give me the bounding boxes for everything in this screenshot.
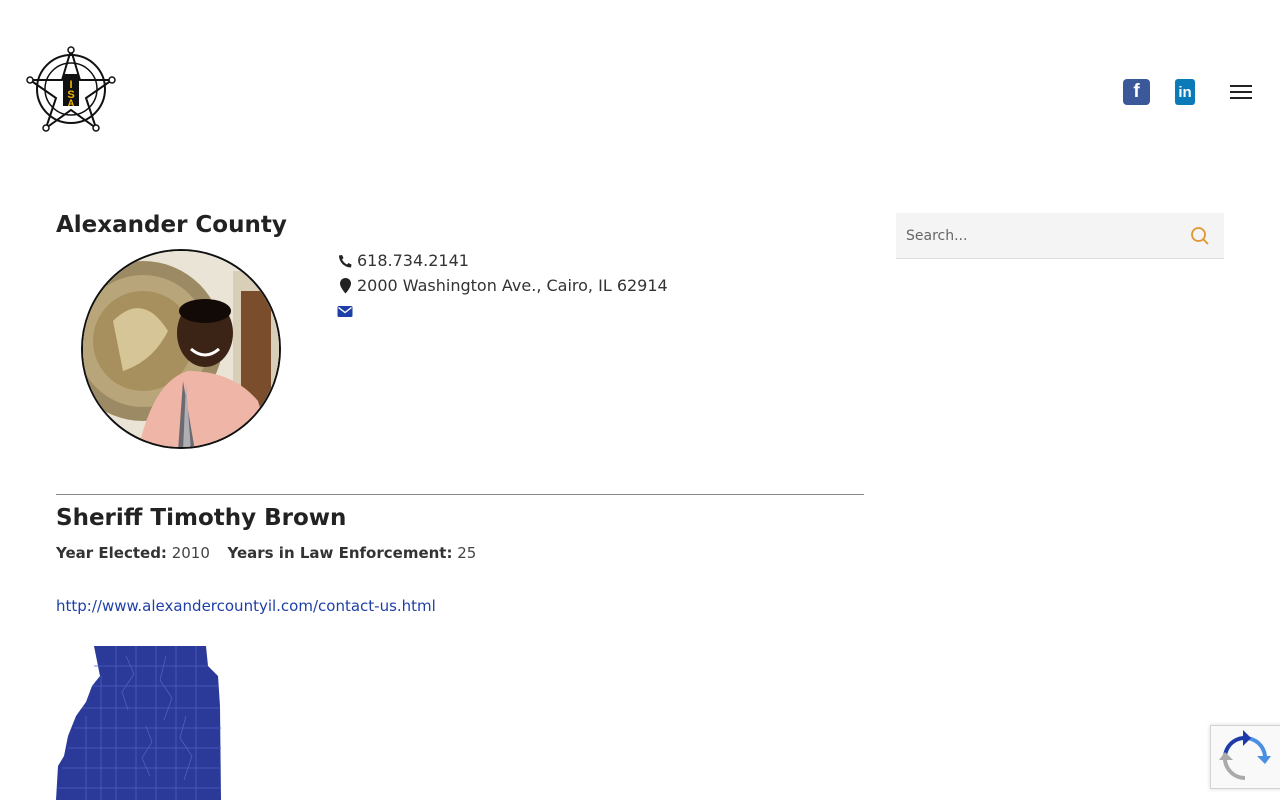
linkedin-link[interactable]: in <box>1175 79 1195 105</box>
hamburger-menu-icon[interactable] <box>1230 85 1252 99</box>
years-law-enforcement-value: 25 <box>457 544 477 562</box>
portrait-image <box>83 251 279 447</box>
county-website-link[interactable]: http://www.alexandercountyil.com/contact… <box>56 597 436 615</box>
year-elected-value: 2010 <box>171 544 210 562</box>
phone-icon <box>339 254 352 267</box>
county-address: 2000 Washington Ave., Cairo, IL 62914 <box>337 276 668 295</box>
facebook-icon: f <box>1133 81 1140 102</box>
phone-number: 618.734.2141 <box>357 251 469 270</box>
section-divider <box>56 494 864 495</box>
year-elected-label: Year Elected: <box>56 544 167 562</box>
search-input[interactable] <box>896 213 1176 258</box>
recaptcha-icon <box>1219 730 1271 781</box>
sheriff-star-logo-icon: I S A <box>26 46 116 132</box>
county-title: Alexander County <box>56 212 287 238</box>
search-box <box>896 213 1224 259</box>
map-marker-icon <box>340 277 351 293</box>
illinois-county-map <box>56 646 226 800</box>
illinois-map-icon <box>56 646 221 800</box>
sheriff-portrait <box>81 249 281 449</box>
sheriff-name: Sheriff Timothy Brown <box>56 505 347 531</box>
envelope-icon <box>337 306 353 317</box>
search-icon[interactable] <box>1190 226 1210 246</box>
facebook-link[interactable]: f <box>1123 79 1150 105</box>
linkedin-icon: in <box>1178 83 1192 101</box>
email-link[interactable] <box>337 305 356 318</box>
svg-text:A: A <box>68 98 75 108</box>
site-logo[interactable]: I S A <box>26 46 116 132</box>
years-law-enforcement-label: Years in Law Enforcement: <box>227 544 453 562</box>
sheriff-stats: Year Elected: 2010 Years in Law Enforcem… <box>56 544 476 562</box>
recaptcha-badge[interactable] <box>1210 725 1280 789</box>
county-phone[interactable]: 618.734.2141 <box>337 251 469 270</box>
address-text: 2000 Washington Ave., Cairo, IL 62914 <box>357 276 668 295</box>
